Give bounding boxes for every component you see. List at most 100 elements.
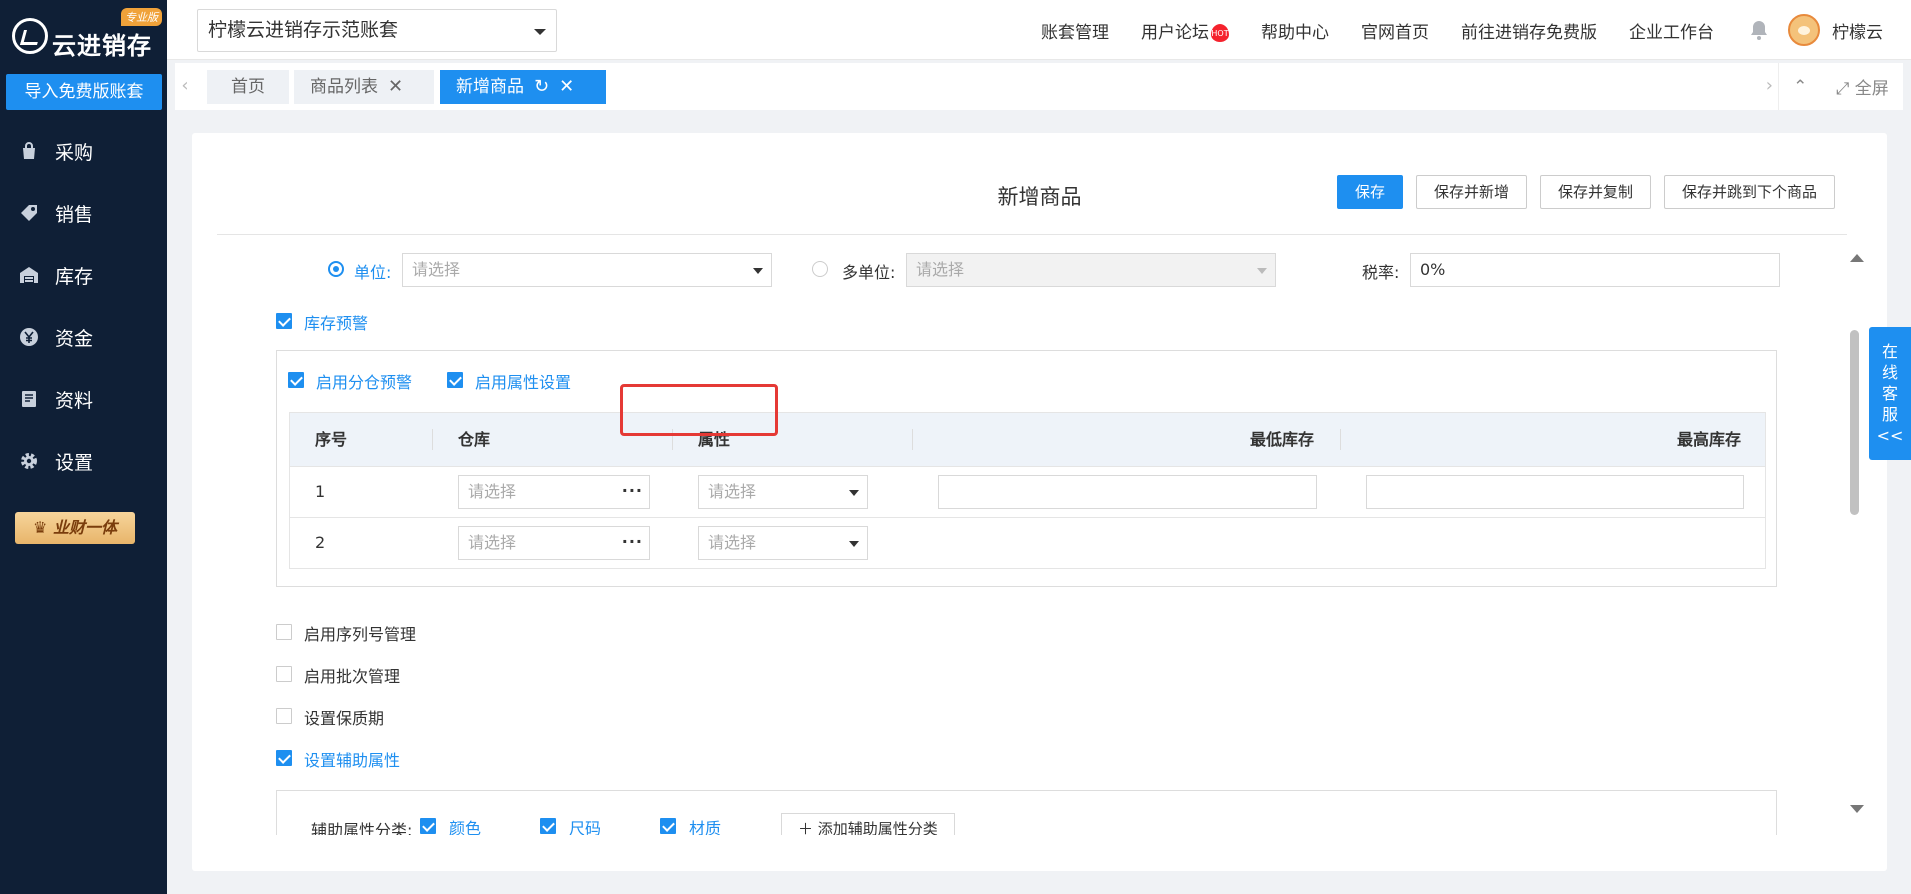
tab-home[interactable]: 首页 <box>207 70 289 104</box>
serial-number-label: 启用序列号管理 <box>304 625 417 644</box>
link-user-forum[interactable]: 用户论坛 HOT <box>1141 18 1229 43</box>
tabs-bar: ‹ 首页 商品列表 ✕ 新增商品 ↻ ✕ › ⌃ ⤢ 全屏 <box>175 63 1903 110</box>
sidebar-item-label: 销售 <box>55 203 94 226</box>
unit-select[interactable]: 请选择 <box>402 253 772 287</box>
multi-unit-select-placeholder: 请选择 <box>916 260 965 279</box>
unit-select-placeholder: 请选择 <box>412 260 461 279</box>
sidebar-item-funds[interactable]: 资金 <box>0 306 167 368</box>
link-free-edition[interactable]: 前往进销存免费版 <box>1461 18 1597 43</box>
warehouse-select-placeholder: 请选择 <box>468 482 517 501</box>
attr-setting-checkbox[interactable] <box>447 372 463 388</box>
max-stock-input[interactable] <box>1366 475 1744 509</box>
caret-down-icon <box>753 268 763 279</box>
refresh-icon[interactable]: ↻ <box>534 76 549 97</box>
attr-select-placeholder: 请选择 <box>708 482 757 501</box>
import-free-account-button[interactable]: 导入免费版账套 <box>6 74 162 110</box>
multi-unit-select[interactable]: 请选择 <box>906 253 1276 287</box>
aux-attr-checkbox[interactable] <box>276 750 292 766</box>
attr-select[interactable]: 请选择 <box>698 475 868 509</box>
sidebar: 云进销存 专业版 导入免费版账套 采购 销售 库存 资金 资料 设置 ♛ 业财一… <box>0 0 167 894</box>
tabs-scroll-left-icon[interactable]: ‹ <box>175 75 195 96</box>
shelf-life-checkbox[interactable] <box>276 708 292 724</box>
sidebar-item-label: 库存 <box>55 265 94 288</box>
aux-size-checkbox[interactable] <box>540 818 556 834</box>
gear-icon <box>18 450 40 472</box>
col-header-no: 序号 <box>315 430 348 449</box>
stock-alert-label: 库存预警 <box>304 314 369 333</box>
save-and-new-button[interactable]: 保存并新增 <box>1415 175 1527 209</box>
aux-attr-panel: 辅助属性分类: 颜色 尺码 材质 ＋ 添加辅助属性分类 <box>276 790 1777 835</box>
aux-material-checkbox[interactable] <box>660 818 676 834</box>
warehouse-select[interactable]: 请选择 ··· <box>458 475 650 509</box>
tabs-scroll-right-icon[interactable]: › <box>1766 75 1773 96</box>
tab-label: 首页 <box>231 77 265 97</box>
top-bar: 柠檬云进销存示范账套 账套管理 用户论坛 HOT 帮助中心 官网首页 前往进销存免… <box>167 0 1911 60</box>
warehouse-select[interactable]: 请选择 ··· <box>458 526 650 560</box>
sidebar-item-purchase[interactable]: 采购 <box>0 120 167 182</box>
scrollbar-thumb[interactable] <box>1850 330 1859 515</box>
tab-label: 新增商品 <box>456 77 524 97</box>
single-unit-radio[interactable] <box>328 261 344 277</box>
multi-unit-radio[interactable] <box>812 261 828 277</box>
sidebar-item-inventory[interactable]: 库存 <box>0 244 167 306</box>
sidebar-item-label: 采购 <box>55 141 94 164</box>
link-account-management[interactable]: 账套管理 <box>1041 18 1109 43</box>
col-header-min-stock: 最低库存 <box>1250 430 1315 449</box>
sidebar-item-sales[interactable]: 销售 <box>0 182 167 244</box>
top-links: 账套管理 用户论坛 HOT 帮助中心 官网首页 前往进销存免费版 企业工作台 柠檬… <box>1025 0 1911 60</box>
online-service-button[interactable]: 在线客服 << <box>1869 327 1911 460</box>
finance-integration-badge[interactable]: ♛ 业财一体 <box>15 512 135 544</box>
col-header-warehouse: 仓库 <box>458 430 491 449</box>
collapse-up-icon[interactable]: ⌃ <box>1793 77 1807 97</box>
close-icon[interactable]: ✕ <box>559 76 574 97</box>
bell-icon[interactable] <box>1748 19 1770 41</box>
link-enterprise-workbench[interactable]: 企业工作台 <box>1629 18 1714 43</box>
scroll-down-icon[interactable] <box>1850 805 1864 820</box>
username[interactable]: 柠檬云 <box>1832 18 1883 43</box>
attr-select[interactable]: 请选择 <box>698 526 868 560</box>
shopping-bag-icon <box>18 140 40 162</box>
add-aux-category-label: 添加辅助属性分类 <box>817 820 938 835</box>
tax-rate-input[interactable]: 0% <box>1410 253 1780 287</box>
serial-number-checkbox[interactable] <box>276 624 292 640</box>
scroll-up-icon[interactable] <box>1850 247 1864 262</box>
sidebar-item-settings[interactable]: 设置 <box>0 430 167 492</box>
warehouse-select-placeholder: 请选择 <box>468 533 517 552</box>
row-no: 1 <box>315 482 326 501</box>
chevron-down-icon <box>534 29 546 41</box>
app-logo[interactable]: 云进销存 专业版 <box>12 8 162 60</box>
add-aux-category-button[interactable]: ＋ 添加辅助属性分类 <box>781 813 955 835</box>
warehouse-alert-label: 启用分仓预警 <box>316 373 413 392</box>
plus-icon: ＋ <box>798 820 814 835</box>
table-row: 2 请选择 ··· 请选择 <box>290 517 1765 568</box>
tab-product-list[interactable]: 商品列表 ✕ <box>294 70 434 104</box>
account-select[interactable]: 柠檬云进销存示范账套 <box>197 9 557 52</box>
min-stock-input[interactable] <box>938 475 1317 509</box>
more-icon[interactable]: ··· <box>622 526 643 558</box>
save-and-next-button[interactable]: 保存并跳到下个商品 <box>1663 175 1835 209</box>
batch-checkbox[interactable] <box>276 666 292 682</box>
save-and-copy-button[interactable]: 保存并复制 <box>1539 175 1651 209</box>
single-unit-label: 单位: <box>354 263 392 282</box>
avatar[interactable] <box>1788 14 1820 46</box>
warehouse-alert-checkbox[interactable] <box>288 372 304 388</box>
tab-tools: ⌃ ⤢ 全屏 <box>1778 63 1903 110</box>
tab-new-product[interactable]: 新增商品 ↻ ✕ <box>440 70 606 104</box>
stock-alert-checkbox[interactable] <box>276 313 292 329</box>
attr-setting-label: 启用属性设置 <box>475 373 572 392</box>
more-icon[interactable]: ··· <box>622 475 643 507</box>
form-card: 新增商品 保存 保存并新增 保存并复制 保存并跳到下个商品 单位: 请选择 多单… <box>192 133 1887 871</box>
document-icon <box>18 388 40 410</box>
link-official-site[interactable]: 官网首页 <box>1361 18 1429 43</box>
column-divider <box>912 429 913 450</box>
link-help-center[interactable]: 帮助中心 <box>1261 18 1329 43</box>
close-icon[interactable]: ✕ <box>388 76 403 97</box>
aux-color-checkbox[interactable] <box>420 818 436 834</box>
sidebar-item-label: 资金 <box>55 327 94 350</box>
fullscreen-button[interactable]: ⤢ 全屏 <box>1836 74 1889 99</box>
save-button[interactable]: 保存 <box>1336 175 1403 209</box>
aux-color-label: 颜色 <box>449 819 482 835</box>
column-divider <box>432 429 433 450</box>
sidebar-item-data[interactable]: 资料 <box>0 368 167 430</box>
aux-attr-label: 设置辅助属性 <box>304 751 401 770</box>
